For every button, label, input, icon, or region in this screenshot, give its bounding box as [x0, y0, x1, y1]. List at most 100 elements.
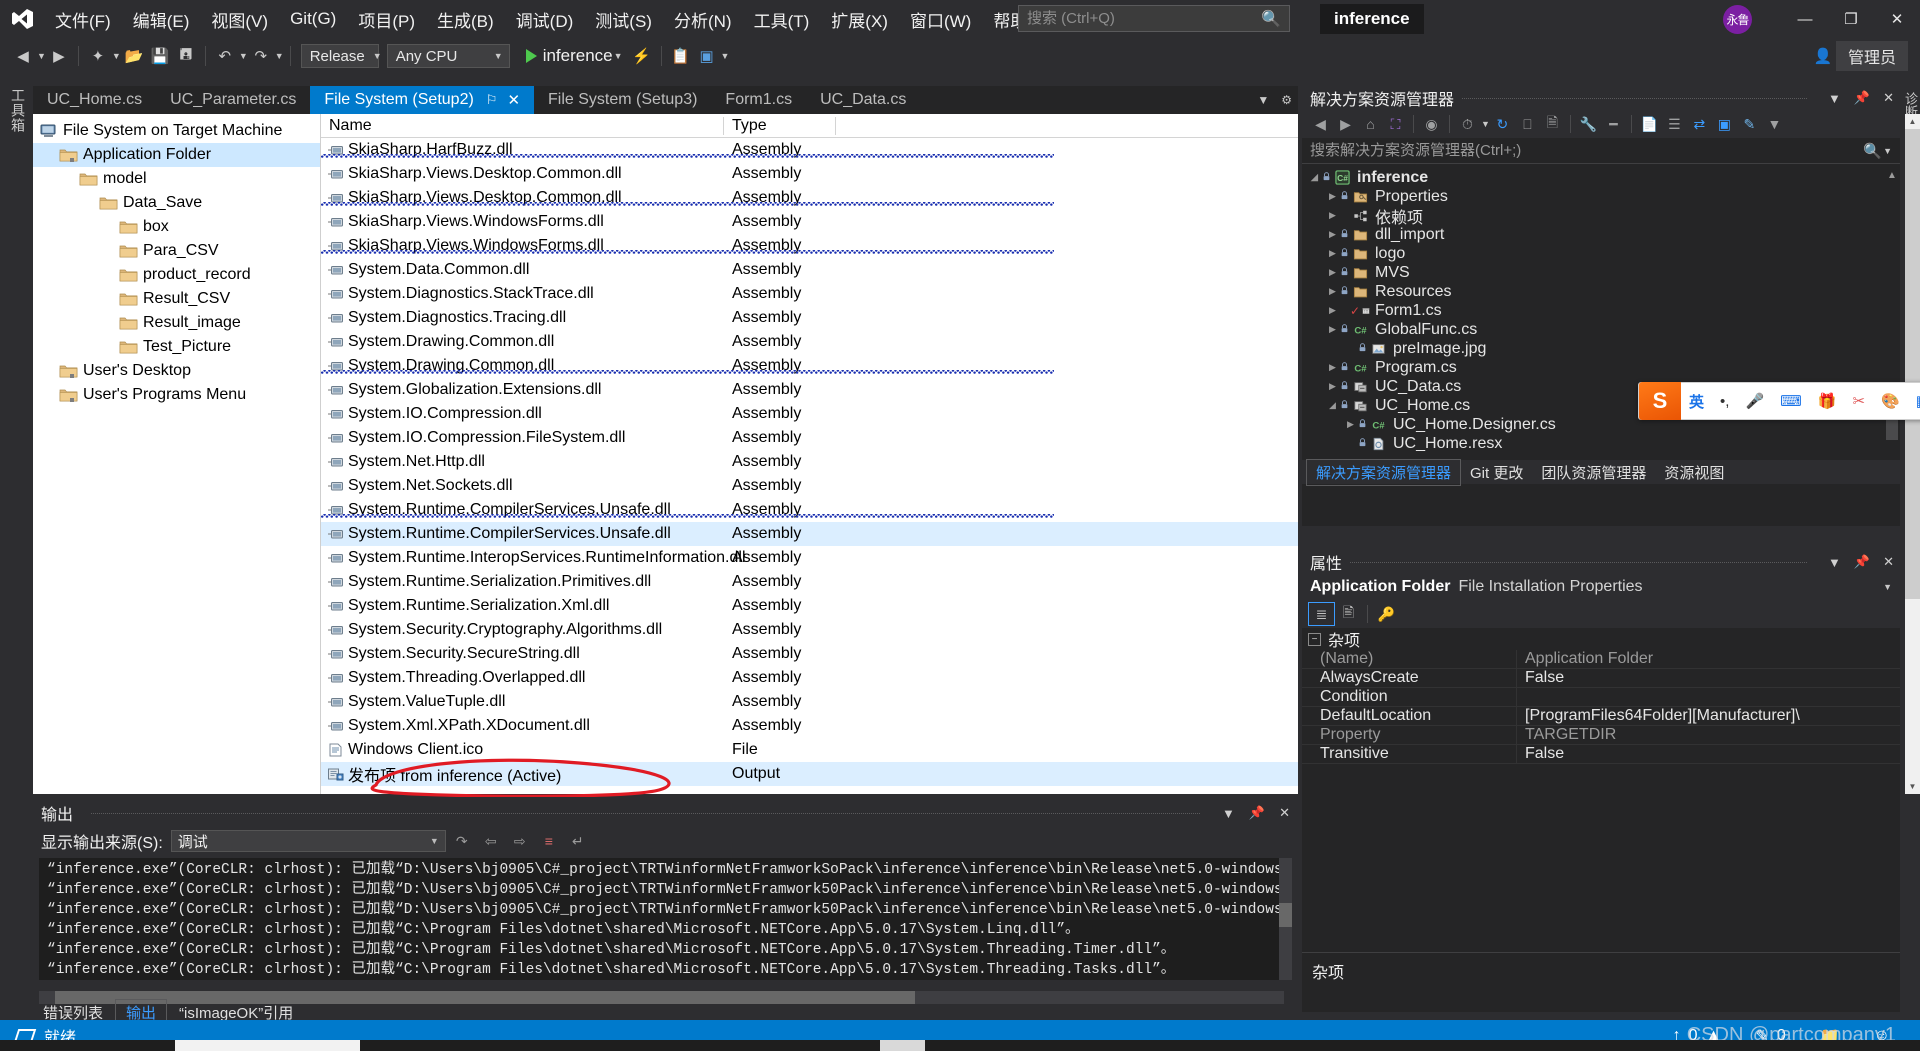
expand-collapse-right-icon[interactable]: ▶ — [1326, 191, 1339, 202]
pending-changes-filter-icon[interactable]: ⏱ — [1455, 112, 1480, 136]
table-row[interactable]: System.IO.Compression.FileSystem.dll Asse… — [321, 426, 1298, 450]
menu-item-7[interactable]: 测试(S) — [584, 3, 663, 36]
solution-explorer-chevron-down-icon[interactable]: ▼ — [1828, 91, 1841, 106]
chevron-down-icon[interactable]: ▼ — [1883, 146, 1892, 156]
properties-object-selector[interactable]: Application Folder File Installation Pro… — [1302, 574, 1900, 600]
solution-tree-item-5[interactable]: ▶ MVS — [1302, 263, 1900, 282]
clipboard-icon[interactable]: 📋 — [668, 43, 694, 69]
redo-icon[interactable]: ↷ — [248, 43, 274, 69]
properties-category-row[interactable]: − 杂项 — [1302, 628, 1900, 650]
taskbar-window-thumbnail[interactable] — [880, 1040, 925, 1051]
properties-wrench-icon[interactable]: 🔧 — [1576, 112, 1601, 136]
solution-tree-item-6[interactable]: ▶ Resources — [1302, 282, 1900, 301]
preview-changes-icon[interactable]: ▣ — [694, 43, 720, 69]
property-row-0[interactable]: (Name) Application Folder — [1302, 650, 1900, 669]
alphabetical-view-icon[interactable]: 🖹 — [1335, 602, 1362, 626]
table-row[interactable]: System.Runtime.CompilerServices.Unsafe.d… — [321, 498, 1298, 522]
fs-tree-item-5[interactable]: Para_CSV — [33, 239, 320, 263]
toolbar-overflow-icon[interactable]: ▼ — [721, 51, 730, 61]
solution-tree-item-10[interactable]: ▶ C# Program.cs — [1302, 358, 1900, 377]
chevron-down-icon[interactable]: ▼ — [1883, 582, 1892, 592]
solution-explorer-search[interactable]: 🔍 ▼ — [1302, 138, 1900, 164]
home-icon[interactable]: ⌂ — [1358, 112, 1383, 136]
property-row-1[interactable]: AlwaysCreate False — [1302, 669, 1900, 688]
table-row[interactable]: System.Net.Sockets.dll Assembly — [321, 474, 1298, 498]
table-row[interactable]: SkiaSharp.Views.WindowsForms.dll Assembly — [321, 210, 1298, 234]
table-row[interactable]: System.Data.Common.dll Assembly — [321, 258, 1298, 282]
table-row[interactable]: System.Security.Cryptography.Algorithms.… — [321, 618, 1298, 642]
table-row[interactable]: System.Runtime.CompilerServices.Unsafe.d… — [321, 522, 1298, 546]
fs-tree-item-3[interactable]: Data_Save — [33, 191, 320, 215]
table-row[interactable]: Windows Client.ico File — [321, 738, 1298, 762]
open-file-icon[interactable]: 📂 — [121, 43, 147, 69]
table-row[interactable]: System.Drawing.Common.dll Assembly — [321, 330, 1298, 354]
property-value[interactable]: TARGETDIR — [1517, 726, 1900, 744]
menu-item-11[interactable]: 窗口(W) — [899, 3, 982, 36]
table-row[interactable]: System.Diagnostics.StackTrace.dll Assembl… — [321, 282, 1298, 306]
save-all-icon[interactable]: 🖪 — [173, 43, 199, 69]
scroll-thumb[interactable] — [1905, 129, 1920, 599]
solution-tree-item-7[interactable]: ▶ ✓ Form1.cs — [1302, 301, 1900, 320]
property-value[interactable]: False — [1517, 745, 1900, 763]
global-search-box[interactable]: 🔍 — [1018, 5, 1290, 32]
output-source-combo[interactable]: 调试 ▼ — [170, 830, 446, 852]
forward-icon[interactable]: ▶ — [1333, 112, 1358, 136]
search-icon[interactable]: 🔍 — [1863, 142, 1882, 160]
output-chevron-down-icon[interactable]: ▼ — [1222, 806, 1235, 821]
categorized-view-icon[interactable]: ≣ — [1308, 602, 1335, 626]
grid-body[interactable]: SkiaSharp.HarfBuzz.dll Assembly SkiaSharp.… — [321, 138, 1298, 794]
solution-tool-tab-0[interactable]: 解决方案资源管理器 — [1306, 458, 1462, 486]
table-row[interactable]: System.Diagnostics.Tracing.dll Assembly — [321, 306, 1298, 330]
back-icon[interactable]: ◀ — [1308, 112, 1333, 136]
solution-explorer-close-icon[interactable]: ✕ — [1883, 90, 1894, 106]
undo-chevron-down-icon[interactable]: ▼ — [239, 51, 248, 61]
edit-icon[interactable]: ✎ — [1737, 112, 1762, 136]
property-row-3[interactable]: DefaultLocation [ProgramFiles64Folder][Ma… — [1302, 707, 1900, 726]
collapse-all-icon[interactable]: ⎕ — [1515, 112, 1540, 136]
expand-collapse-right-icon[interactable]: ▶ — [1326, 286, 1339, 297]
solution-tree-item-14[interactable]: UC_Home.resx — [1302, 434, 1900, 453]
ime-toolbox-icon[interactable]: ▦ — [1908, 392, 1920, 410]
fs-tree-item-6[interactable]: product_record — [33, 263, 320, 287]
search-input[interactable] — [1027, 10, 1258, 27]
expand-collapse-right-icon[interactable]: ▶ — [1344, 419, 1357, 430]
new-project-icon[interactable]: ✦ — [85, 43, 111, 69]
clear-all-icon[interactable]: ≡ — [536, 829, 562, 853]
close-tab-icon[interactable]: ✕ — [507, 91, 520, 109]
property-row-4[interactable]: Property TARGETDIR — [1302, 726, 1900, 745]
ime-soft-keyboard-icon[interactable]: ⌨ — [1772, 392, 1810, 410]
solution-tree-item-8[interactable]: ▶ C# GlobalFunc.cs — [1302, 320, 1900, 339]
ime-toolbar[interactable]: S 英 •, 🎤 ⌨ 🎁 ✂ 🎨 ▦ ✦ — [1638, 382, 1920, 420]
property-row-2[interactable]: Condition — [1302, 688, 1900, 707]
fs-tree-item-2[interactable]: model — [33, 167, 320, 191]
menu-item-2[interactable]: 视图(V) — [200, 3, 279, 36]
table-row[interactable]: System.Security.SecureString.dll Assembly — [321, 642, 1298, 666]
refresh-icon[interactable]: ↻ — [1490, 112, 1515, 136]
fs-tree-item-8[interactable]: Result_image — [33, 311, 320, 335]
menu-item-4[interactable]: 项目(P) — [347, 3, 426, 36]
hot-reload-icon[interactable]: ⚡ — [629, 43, 655, 69]
scroll-down-icon[interactable]: ▼ — [1905, 779, 1920, 794]
column-header-type[interactable]: Type — [724, 116, 836, 135]
fs-tree-item-9[interactable]: Test_Picture — [33, 335, 320, 359]
property-value[interactable]: [ProgramFiles64Folder][Manufacturer]\ — [1517, 707, 1900, 725]
file-system-tree[interactable]: File System on Target Machine Application… — [33, 114, 321, 794]
fs-tree-item-10[interactable]: User's Desktop — [33, 359, 320, 383]
solution-tool-tab-1[interactable]: Git 更改 — [1461, 460, 1532, 485]
fs-tree-item-7[interactable]: Result_CSV — [33, 287, 320, 311]
expand-collapse-right-icon[interactable]: ▶ — [1326, 381, 1339, 392]
solution-tree-item-2[interactable]: ▶ 依赖项 — [1302, 206, 1900, 227]
editor-vertical-scrollbar[interactable]: ▲ ▼ — [1905, 114, 1920, 794]
properties-grid[interactable]: (Name) Application Folder AlwaysCreate Fals… — [1302, 650, 1900, 764]
properties-close-icon[interactable]: ✕ — [1883, 554, 1894, 570]
preview-selected-items-icon[interactable]: ▣ — [1712, 112, 1737, 136]
solution-tree-item-9[interactable]: preImage.jpg — [1302, 339, 1900, 358]
property-row-5[interactable]: Transitive False — [1302, 745, 1900, 764]
ime-gift-icon[interactable]: 🎁 — [1810, 392, 1845, 410]
ime-skin-icon[interactable]: 🎨 — [1873, 392, 1908, 410]
expand-collapse-right-icon[interactable]: ▶ — [1326, 248, 1339, 259]
scroll-up-icon[interactable]: ▲ — [1886, 170, 1898, 181]
pending-changes-icon[interactable]: ⛶ — [1383, 112, 1408, 136]
fs-tree-item-11[interactable]: User's Programs Menu — [33, 383, 320, 407]
solution-tool-tab-3[interactable]: 资源视图 — [1655, 460, 1733, 485]
